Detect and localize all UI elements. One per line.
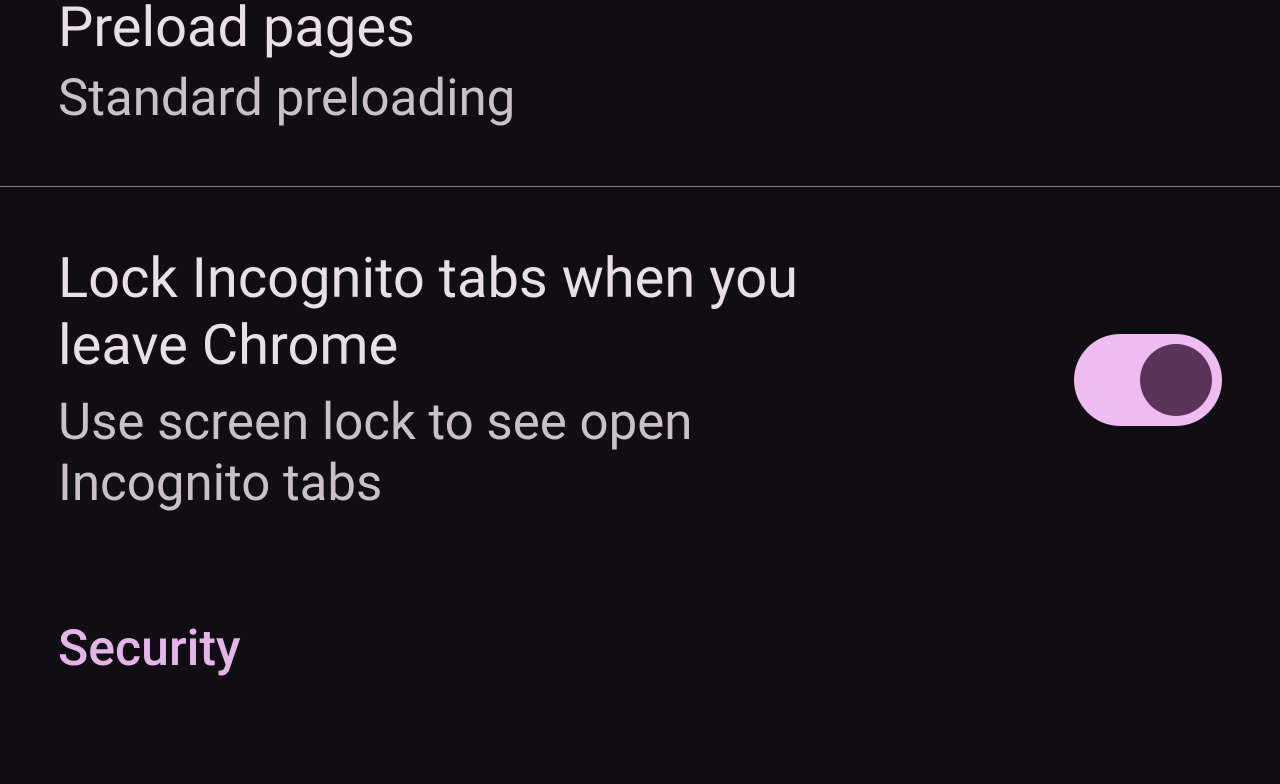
lock-incognito-toggle[interactable] <box>1074 334 1222 426</box>
preload-pages-item[interactable]: Preload pages Standard preloading <box>0 0 1280 186</box>
preload-pages-title: Preload pages <box>58 0 515 61</box>
lock-incognito-item[interactable]: Lock Incognito tabs when you leave Chrom… <box>0 187 1280 572</box>
lock-incognito-subtitle: Use screen lock to see open Incognito ta… <box>58 392 878 514</box>
lock-incognito-text: Lock Incognito tabs when you leave Chrom… <box>58 245 1074 514</box>
preload-pages-subtitle: Standard preloading <box>58 69 515 128</box>
toggle-thumb-icon <box>1140 344 1212 416</box>
security-section-header: Security <box>0 572 1280 678</box>
lock-incognito-title: Lock Incognito tabs when you leave Chrom… <box>58 245 858 379</box>
security-section-title: Security <box>58 620 1222 678</box>
preload-pages-text: Preload pages Standard preloading <box>58 0 515 128</box>
